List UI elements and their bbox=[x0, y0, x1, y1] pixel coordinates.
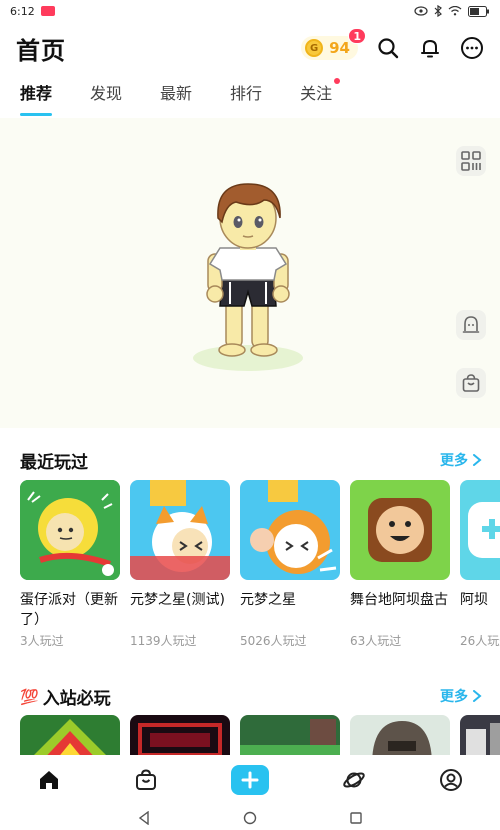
shopping-bag-icon bbox=[462, 374, 480, 392]
game-thumbnail bbox=[20, 480, 120, 580]
tab-label: 推荐 bbox=[20, 84, 53, 103]
top-header: 首页 G 94 1 bbox=[0, 26, 500, 70]
coin-count: 94 bbox=[329, 39, 350, 57]
dream-star-art bbox=[240, 480, 340, 580]
game-thumbnail bbox=[130, 480, 230, 580]
new-dot bbox=[334, 78, 341, 84]
game-play-count: 26人玩过 bbox=[460, 634, 500, 648]
status-time: 6:12 bbox=[10, 4, 35, 18]
game-thumbnail bbox=[350, 480, 450, 580]
chevron-right-icon bbox=[473, 454, 482, 466]
game-card[interactable]: 元梦之星 5026人玩过 bbox=[240, 480, 340, 649]
hundred-points-icon: 💯 bbox=[20, 687, 39, 706]
plus-icon bbox=[241, 771, 259, 789]
shopping-bag-icon bbox=[135, 769, 156, 790]
game-card[interactable]: 元梦之星(测试) 1139人玩过 bbox=[130, 480, 230, 649]
gamepad-art bbox=[460, 480, 500, 580]
game-name: 蛋仔派对（更新了） bbox=[20, 592, 118, 628]
player-avatar[interactable] bbox=[190, 178, 310, 378]
bell-icon bbox=[421, 39, 439, 58]
game-name: 阿坝 bbox=[460, 592, 488, 608]
game-card[interactable]: 阿坝 26人玩过 bbox=[460, 480, 500, 649]
recent-title: 最近玩过 bbox=[20, 453, 88, 473]
game-play-count: 63人玩过 bbox=[350, 634, 402, 648]
home-circle-icon[interactable] bbox=[243, 811, 257, 825]
profile-icon bbox=[440, 769, 463, 791]
tab-bar: 推荐 发现 最新 排行 关注 bbox=[0, 78, 500, 116]
coin-badge: 1 bbox=[348, 28, 366, 44]
game-name: 元梦之星 bbox=[240, 592, 296, 608]
nav-profile[interactable] bbox=[439, 768, 463, 792]
more-label: 更多 bbox=[440, 453, 468, 469]
chat-icon bbox=[461, 37, 483, 59]
must-play-more-link[interactable]: 更多 bbox=[440, 686, 482, 706]
recent-games-list: 蛋仔派对（更新了） 3人玩过 元梦之星(测试) 1139人玩过 元梦之星 502… bbox=[20, 480, 500, 649]
face-icon bbox=[462, 316, 480, 333]
tab-label: 排行 bbox=[230, 84, 263, 103]
shop-button[interactable] bbox=[456, 368, 486, 398]
wifi-icon bbox=[448, 6, 462, 16]
battery-icon bbox=[468, 5, 489, 17]
notification-button[interactable] bbox=[418, 36, 442, 60]
status-icons bbox=[414, 5, 490, 17]
dream-star-test-art bbox=[130, 480, 230, 580]
nav-shop[interactable] bbox=[134, 768, 158, 792]
coin-balance[interactable]: G 94 1 bbox=[301, 28, 366, 60]
game-name: 舞台地阿坝盘古 bbox=[350, 592, 448, 608]
nav-create-button[interactable] bbox=[230, 765, 269, 795]
home-icon bbox=[39, 771, 58, 789]
pangu-art bbox=[350, 480, 450, 580]
status-bar: 6:12 bbox=[0, 0, 500, 22]
app-notification-icon bbox=[40, 6, 55, 16]
bottom-navigation bbox=[0, 755, 500, 805]
tab-label: 最新 bbox=[160, 84, 193, 103]
system-navigation bbox=[0, 805, 500, 830]
tab-label: 发现 bbox=[90, 84, 123, 103]
eye-icon bbox=[414, 6, 428, 16]
game-card[interactable]: 舞台地阿坝盘古 63人玩过 bbox=[350, 480, 450, 649]
game-play-count: 5026人玩过 bbox=[240, 634, 307, 648]
recent-more-link[interactable]: 更多 bbox=[440, 450, 482, 470]
game-card[interactable]: 蛋仔派对（更新了） 3人玩过 bbox=[20, 480, 120, 649]
back-icon[interactable] bbox=[137, 810, 151, 825]
chevron-right-icon bbox=[473, 690, 482, 702]
game-play-count: 3人玩过 bbox=[20, 634, 64, 648]
must-play-section-title: 💯 入站必玩 bbox=[20, 684, 111, 710]
recents-icon[interactable] bbox=[349, 811, 363, 825]
nav-explore[interactable] bbox=[342, 768, 366, 792]
qr-code-icon bbox=[461, 151, 481, 171]
app-screen: 6:12 首页 G 94 1 推荐 发现 最新 排行 关注 最近玩过 更多 蛋仔… bbox=[0, 0, 500, 830]
tab-recommend[interactable]: 推荐 bbox=[20, 80, 53, 116]
must-play-title: 入站必玩 bbox=[42, 689, 111, 709]
avatar-edit-button[interactable] bbox=[456, 310, 486, 340]
game-thumbnail bbox=[240, 480, 340, 580]
tab-label: 关注 bbox=[300, 84, 333, 103]
nav-home[interactable] bbox=[37, 768, 61, 792]
coin-icon: G bbox=[305, 39, 324, 57]
egg-party-art bbox=[20, 480, 120, 580]
messages-button[interactable] bbox=[460, 36, 484, 60]
tab-latest[interactable]: 最新 bbox=[160, 80, 192, 104]
recent-section-title: 最近玩过 bbox=[20, 448, 88, 473]
page-title: 首页 bbox=[16, 36, 66, 65]
game-play-count: 1139人玩过 bbox=[130, 634, 197, 648]
tab-ranking[interactable]: 排行 bbox=[230, 80, 262, 104]
avatar-showcase bbox=[0, 118, 500, 428]
header-actions: G 94 1 bbox=[301, 28, 484, 60]
qr-code-button[interactable] bbox=[456, 146, 486, 176]
more-label: 更多 bbox=[440, 689, 468, 705]
bluetooth-icon bbox=[434, 5, 442, 17]
game-name: 元梦之星(测试) bbox=[130, 592, 225, 608]
tab-following[interactable]: 关注 bbox=[300, 78, 341, 104]
search-icon bbox=[378, 38, 399, 59]
tab-discover[interactable]: 发现 bbox=[90, 80, 122, 104]
planet-icon bbox=[343, 772, 365, 788]
game-thumbnail bbox=[460, 480, 500, 580]
search-button[interactable] bbox=[376, 36, 400, 60]
